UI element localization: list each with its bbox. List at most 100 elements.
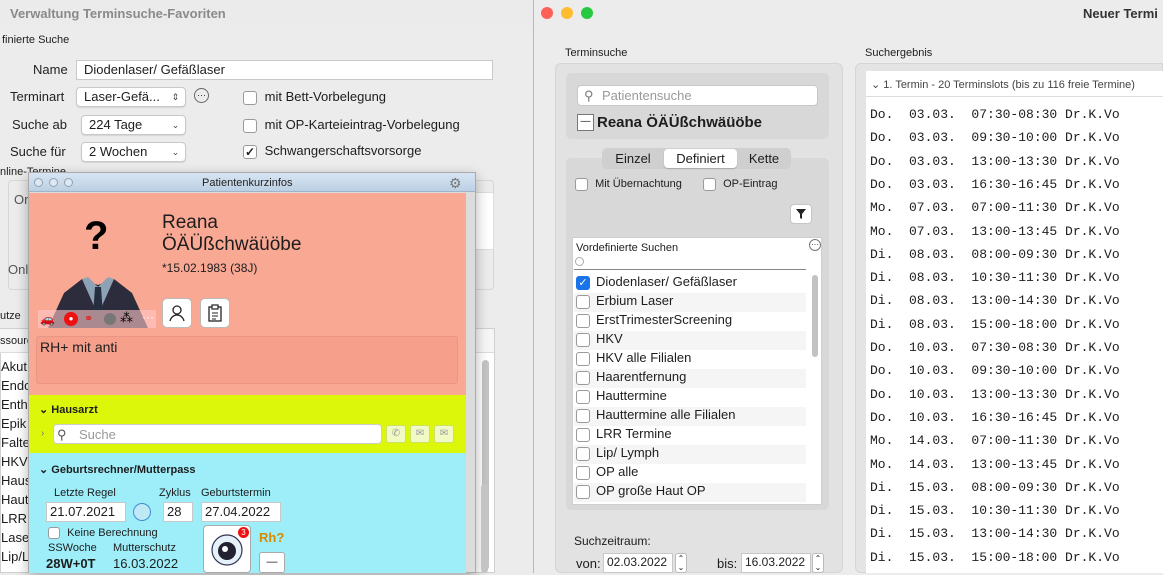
list-scrollbar[interactable] [812, 275, 818, 357]
keine-berechnung-checkbox[interactable] [48, 527, 60, 540]
vordef-list-item[interactable]: HKV alle Filialen [574, 350, 806, 369]
vordef-checkbox[interactable] [576, 333, 590, 347]
vordef-list-item[interactable]: Hauttermine alle Filialen [574, 407, 806, 426]
result-row[interactable]: Di. 15.03. 10:30-11:30 Dr.K.Vo [870, 501, 1163, 520]
bett-checkbox-row[interactable]: mit Bett-Vorbelegung [243, 89, 386, 105]
collapse-button[interactable]: — [577, 114, 594, 131]
result-row[interactable]: Do. 10.03. 07:30-08:30 Dr.K.Vo [870, 338, 1163, 357]
terminart-select[interactable]: Laser-Gefä... ⇕ [76, 87, 186, 107]
more-icon[interactable]: ··· [194, 88, 209, 103]
name-field[interactable]: Diodenlaser/ Gefäßlaser [76, 60, 493, 80]
vordef-list-item[interactable]: HKV [574, 331, 806, 350]
clipboard-button[interactable] [200, 298, 230, 328]
vordef-checkbox[interactable] [576, 485, 590, 499]
gear-icon[interactable]: ⚙ [449, 175, 462, 192]
resource-list-item[interactable]: Lip/L [1, 549, 29, 564]
result-group-header[interactable]: ⌄ 1. Termin - 20 Terminslots (bis zu 116… [871, 78, 1135, 91]
panel-scrollbar[interactable] [481, 484, 488, 573]
result-row[interactable]: Do. 03.03. 16:30-16:45 Dr.K.Vo [870, 175, 1163, 194]
uebernachtung-row[interactable]: Mit Übernachtung [575, 178, 682, 191]
vordef-list-item[interactable]: ✓ Diodenlaser/ Gefäßlaser [574, 274, 806, 293]
tab-einzel[interactable]: Einzel [602, 149, 664, 168]
result-row[interactable]: Di. 08.03. 08:00-09:30 Dr.K.Vo [870, 245, 1163, 264]
bis-date-field[interactable]: 16.03.2022 [741, 553, 811, 573]
result-row[interactable]: Di. 08.03. 10:30-11:30 Dr.K.Vo [870, 268, 1163, 287]
minimize-button[interactable] [561, 7, 573, 19]
patient-note[interactable]: RH+ mit anti [36, 336, 458, 384]
result-row[interactable]: Do. 03.03. 13:00-13:30 Dr.K.Vo [870, 152, 1163, 171]
vordef-checkbox[interactable] [576, 447, 590, 461]
geburtstermin-field[interactable]: 27.04.2022 [201, 502, 281, 522]
letzte-regel-field[interactable]: 21.07.2021 [46, 502, 126, 522]
more-icon[interactable]: ··· [809, 239, 821, 251]
result-row[interactable]: Do. 10.03. 16:30-16:45 Dr.K.Vo [870, 408, 1163, 427]
result-row[interactable]: Mo. 14.03. 07:00-11:30 Dr.K.Vo [870, 431, 1163, 450]
result-row[interactable]: Do. 03.03. 07:30-08:30 Dr.K.Vo [870, 105, 1163, 124]
minimize-button[interactable] [49, 178, 58, 187]
filter-button[interactable] [790, 204, 812, 224]
result-row[interactable]: Do. 10.03. 13:00-13:30 Dr.K.Vo [870, 385, 1163, 404]
vordef-list-item[interactable]: OP alle [574, 464, 806, 483]
von-stepper[interactable]: ⌃ ⌄ [675, 553, 687, 573]
result-row[interactable]: Di. 08.03. 15:00-18:00 Dr.K.Vo [870, 315, 1163, 334]
vordef-checkbox[interactable] [576, 428, 590, 442]
vordef-list-item[interactable]: ErstTrimesterScreening [574, 312, 806, 331]
vordef-checkbox[interactable] [576, 409, 590, 423]
schwanger-checkbox[interactable]: ✓ [243, 144, 257, 159]
resource-list-item[interactable]: Haus [1, 473, 31, 488]
result-row[interactable]: Do. 10.03. 09:30-10:00 Dr.K.Vo [870, 361, 1163, 380]
rh-minus-button[interactable]: — [259, 552, 285, 573]
zoom-button[interactable] [64, 178, 73, 187]
vordef-checkbox[interactable] [576, 352, 590, 366]
geburt-header[interactable]: ⌄ Geburtsrechner/Mutterpass [39, 463, 196, 476]
hausarzt-search-input[interactable]: ⚲ Suche [53, 424, 382, 444]
resource-list-item[interactable]: Enth [1, 397, 28, 412]
schwanger-checkbox-row[interactable]: ✓ Schwangerschaftsvorsorge [243, 143, 421, 159]
contact-button[interactable] [162, 298, 192, 328]
vordef-checkbox[interactable] [576, 371, 590, 385]
von-date-field[interactable]: 02.03.2022 [603, 553, 673, 573]
suche-ab-select[interactable]: 224 Tage ⌄ [81, 115, 186, 135]
mail-icon[interactable]: ✉ [410, 425, 430, 443]
resource-list-item[interactable]: Akut [1, 359, 27, 374]
letter-icon[interactable]: ✉ [434, 425, 454, 443]
result-row[interactable]: Di. 15.03. 13:00-14:30 Dr.K.Vo [870, 524, 1163, 543]
resource-list-item[interactable]: Endo [1, 378, 31, 393]
vordef-list-item[interactable]: Lip/ Lymph [574, 445, 806, 464]
result-row[interactable]: Di. 15.03. 15:00-18:00 Dr.K.Vo [870, 548, 1163, 567]
op-checkbox[interactable] [243, 118, 257, 133]
zyklus-field[interactable]: 28 [163, 502, 193, 522]
result-row[interactable]: Mo. 07.03. 07:00-11:30 Dr.K.Vo [870, 198, 1163, 217]
vordef-checkbox[interactable] [576, 466, 590, 480]
result-row[interactable]: Di. 08.03. 13:00-14:30 Dr.K.Vo [870, 291, 1163, 310]
phone-icon[interactable]: ✆ [386, 425, 406, 443]
vordef-list-item[interactable]: Erbium Laser [574, 293, 806, 312]
op-eintrag-checkbox[interactable] [703, 178, 716, 191]
bett-checkbox[interactable] [243, 90, 257, 105]
patient-search-input[interactable]: ⚲ Patientensuche [577, 85, 818, 106]
suche-fuer-select[interactable]: 2 Wochen ⌄ [81, 142, 186, 162]
hausarzt-header[interactable]: ⌄ Hausarzt [39, 403, 98, 416]
uebernachtung-checkbox[interactable] [575, 178, 588, 191]
radio-all[interactable] [575, 257, 584, 266]
close-button[interactable] [34, 178, 43, 187]
vordef-list-item[interactable]: Hauttermine [574, 388, 806, 407]
vordef-list-item[interactable]: Haarentfernung [574, 369, 806, 388]
bis-stepper[interactable]: ⌃ ⌄ [812, 553, 824, 573]
vordef-checkbox[interactable] [576, 390, 590, 404]
vordef-list-item[interactable]: OP große Haut OP [574, 483, 806, 502]
resource-list-item[interactable]: Falte [1, 435, 30, 450]
tab-definiert[interactable]: Definiert [664, 149, 737, 168]
op-checkbox-row[interactable]: mit OP-Karteieintrag-Vorbelegung [243, 117, 460, 133]
resource-list-item[interactable]: HKV [1, 454, 28, 469]
vordef-checkbox[interactable]: ✓ [576, 276, 590, 290]
resource-list-item[interactable]: Haut [1, 492, 28, 507]
vordef-checkbox[interactable] [576, 314, 590, 328]
keine-berechnung-row[interactable]: Keine Berechnung [48, 527, 158, 540]
close-button[interactable] [541, 7, 553, 19]
vordef-checkbox[interactable] [576, 295, 590, 309]
resource-list-item[interactable]: Epik [1, 416, 26, 431]
vordef-list-item[interactable]: LRR Termine [574, 426, 806, 445]
resource-list-item[interactable]: LRR [1, 511, 27, 526]
zoom-button[interactable] [581, 7, 593, 19]
